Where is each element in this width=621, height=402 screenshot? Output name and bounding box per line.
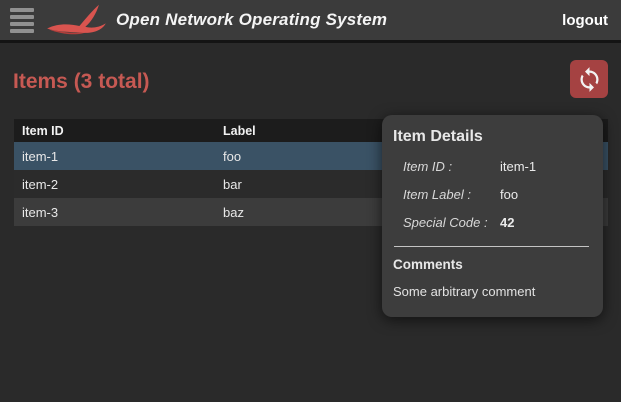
onos-bird-logo-icon bbox=[42, 0, 110, 40]
property-value: foo bbox=[500, 187, 518, 202]
menu-bar bbox=[10, 15, 34, 19]
property-label: Item Label : bbox=[403, 187, 500, 202]
panel-title: Item Details bbox=[393, 128, 591, 146]
panel-divider bbox=[394, 246, 589, 247]
column-header-item-id[interactable]: Item ID bbox=[14, 124, 215, 138]
menu-icon[interactable] bbox=[10, 8, 34, 33]
refresh-icon bbox=[576, 66, 603, 93]
property-label: Special Code : bbox=[403, 215, 500, 230]
property-row: Special Code : 42 bbox=[403, 215, 591, 230]
brand-title: Open Network Operating System bbox=[116, 10, 387, 30]
logout-button[interactable]: logout bbox=[562, 12, 608, 29]
property-value: 42 bbox=[500, 215, 514, 230]
property-label: Item ID : bbox=[403, 159, 500, 174]
masthead: Open Network Operating System logout bbox=[0, 0, 621, 43]
menu-bar bbox=[10, 8, 34, 12]
property-value: item-1 bbox=[500, 159, 536, 174]
property-row: Item ID : item-1 bbox=[403, 159, 591, 174]
comment-text: Some arbitrary comment bbox=[393, 284, 591, 299]
refresh-button[interactable] bbox=[570, 60, 608, 98]
menu-bar bbox=[10, 29, 34, 33]
title-bar: Items (3 total) bbox=[13, 60, 608, 98]
cell-item-id: item-2 bbox=[14, 177, 215, 192]
comments-heading: Comments bbox=[393, 257, 591, 272]
page-title: Items (3 total) bbox=[13, 60, 150, 94]
cell-item-id: item-1 bbox=[14, 149, 215, 164]
property-row: Item Label : foo bbox=[403, 187, 591, 202]
item-details-panel: Item Details Item ID : item-1 Item Label… bbox=[382, 115, 603, 317]
onos-app-window: Open Network Operating System logout Ite… bbox=[0, 0, 621, 402]
menu-bar bbox=[10, 22, 34, 26]
cell-item-id: item-3 bbox=[14, 205, 215, 220]
